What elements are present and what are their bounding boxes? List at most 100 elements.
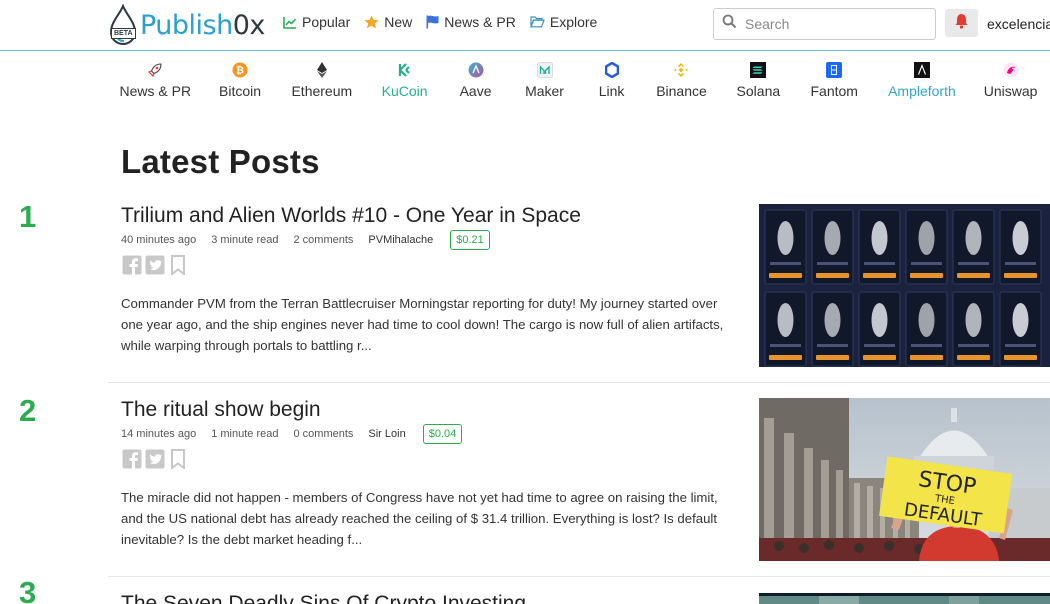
post-time: 14 minutes ago [121,428,197,440]
post-meta: 14 minutes ago 1 minute read 0 comments … [121,424,477,444]
nav-news-pr[interactable]: News & PR [426,14,516,30]
nft-card-button [910,355,943,360]
post-earnings-badge: $0.21 [450,230,490,250]
category-news-pr[interactable]: News & PR [108,56,203,104]
category-label: Aave [459,83,492,99]
kucoin-icon [397,62,413,78]
post-rank: 1 [19,199,37,234]
notifications-button[interactable] [945,9,978,37]
category-label: News & PR [119,83,192,99]
category-label: Ethereum [291,83,353,99]
post-author[interactable]: Sir Loin [368,428,405,440]
flag-icon [426,15,439,29]
nft-card-button [957,273,990,278]
aave-icon [468,62,484,78]
top-nav: Popular New News & PR Explore [283,14,597,30]
solana-icon [750,62,767,78]
nft-grid-image [759,204,1050,367]
facebook-icon[interactable] [121,448,142,469]
star-icon [364,15,379,29]
category-maker[interactable]: Maker [508,56,581,104]
top-header: BETA Publish0x Popular New News & PR Exp… [0,0,1050,51]
category-ampleforth[interactable]: Ampleforth [873,56,972,104]
nav-new-label: New [384,14,413,30]
publish0x-logo[interactable]: BETA Publish0x [108,3,265,47]
post-meta: 40 minutes ago 3 minute read 2 comments … [121,230,505,250]
nft-card-button [1004,273,1037,278]
nft-card-caption [958,262,989,265]
post-thumbnail[interactable] [759,592,1050,604]
category-uniswap[interactable]: Uniswap [971,56,1050,104]
beta-badge: BETA [111,28,136,39]
post-title[interactable]: The ritual show begin [121,398,321,422]
folder-open-icon [529,16,545,28]
nav-news-pr-label: News & PR [444,14,516,30]
category-bar: News & PR ₿ Bitcoin Ethereum KuCoin Aave… [108,56,1050,104]
category-bitcoin[interactable]: ₿ Bitcoin [203,56,278,104]
nft-figure [871,221,888,255]
category-aave[interactable]: Aave [443,56,508,104]
nft-card-button [769,273,802,278]
post-earnings-badge: $0.04 [422,424,463,444]
search-input[interactable] [745,16,925,32]
rocket-icon [147,62,163,78]
bookmark-icon[interactable] [167,254,188,275]
category-label: Binance [656,83,707,99]
category-label: Maker [525,83,564,99]
post-excerpt: Commander PVM from the Terran Battlecrui… [121,296,724,353]
nft-card-caption [864,344,895,347]
share-buttons [121,448,188,469]
post-comments[interactable]: 2 comments [293,234,353,246]
category-binance[interactable]: Binance [642,56,721,104]
username[interactable]: excelencia [987,16,1050,32]
nft-card-caption [817,344,848,347]
post-thumbnail[interactable] [759,204,1050,367]
category-label: Link [598,83,625,99]
nft-card-button [816,355,849,360]
nft-figure [1012,303,1029,337]
post-rank: 2 [19,393,37,428]
twitter-icon[interactable] [144,448,165,469]
category-link[interactable]: Link [581,56,642,104]
category-ethereum[interactable]: Ethereum [277,56,366,104]
nav-explore[interactable]: Explore [529,14,597,30]
nft-card-button [910,273,943,278]
logo-drop-icon: BETA [108,3,138,46]
nav-popular[interactable]: Popular [283,14,350,30]
category-label: Fantom [810,83,858,99]
post-title[interactable]: Trilium and Alien Worlds #10 - One Year … [121,204,581,228]
nft-card-button [863,355,896,360]
nft-card-caption [817,262,848,265]
maker-icon [536,62,553,78]
twitter-icon[interactable] [144,254,165,275]
nft-card-caption [911,344,942,347]
post-excerpt: The miracle did not happen - members of … [121,490,718,547]
nft-card-caption [911,262,942,265]
capitol-protest-image: STOP THE DEFAULT [759,398,1050,561]
nft-figure [965,221,982,255]
nft-card-button [769,355,802,360]
post-divider [108,382,1050,383]
post-rank: 3 [19,575,37,604]
search-bar[interactable] [713,8,936,40]
binance-icon [673,62,689,78]
category-kucoin[interactable]: KuCoin [366,56,443,104]
nft-figure [918,221,935,255]
category-solana[interactable]: Solana [721,56,796,104]
search-icon [722,14,737,34]
svg-text:₿: ₿ [236,65,244,77]
post-author[interactable]: PVMihalache [368,234,433,246]
post-thumbnail[interactable]: STOP THE DEFAULT [759,398,1050,561]
bookmark-icon[interactable] [167,448,188,469]
chart-line-icon [283,16,297,29]
nav-new[interactable]: New [364,14,412,30]
nft-card-caption [958,344,989,347]
post-comments[interactable]: 0 comments [293,428,353,440]
nft-figure [824,303,841,337]
nft-figure [777,221,794,255]
category-label: Solana [736,83,781,99]
category-label: Ampleforth [888,83,956,99]
facebook-icon[interactable] [121,254,142,275]
category-fantom[interactable]: Fantom [796,56,873,104]
post-title[interactable]: The Seven Deadly Sins Of Crypto Investin… [121,592,526,604]
